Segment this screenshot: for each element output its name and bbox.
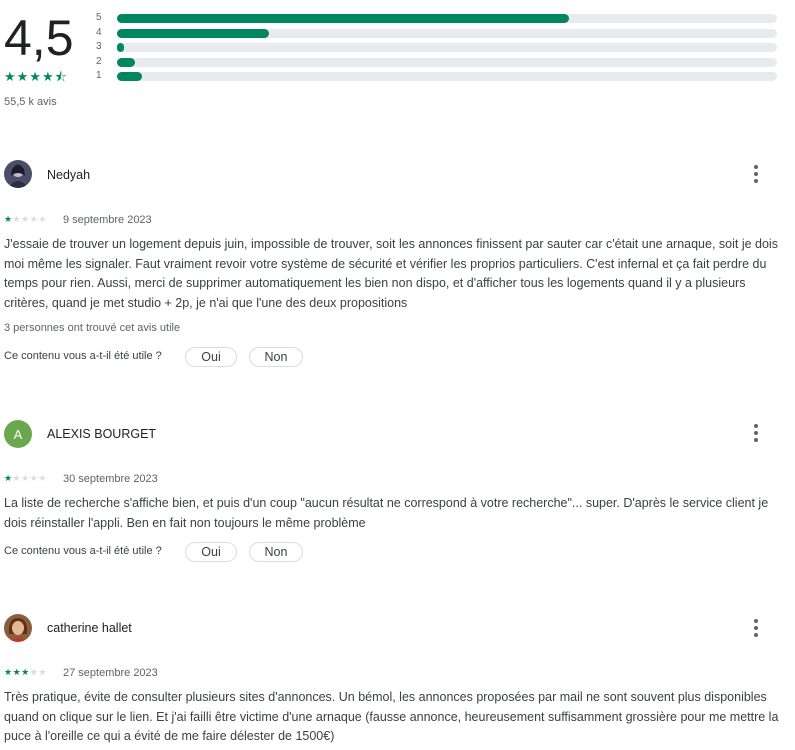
rating-bar-label: 3 <box>96 41 102 52</box>
review-stars: ★★★★★ <box>4 473 47 484</box>
star-filled-icon: ★ <box>12 667 22 677</box>
rating-bar-fill <box>117 14 570 23</box>
yes-button[interactable]: Oui <box>185 347 237 367</box>
rating-bar-2: 2 <box>96 56 786 68</box>
rating-bar-5: 5 <box>96 12 786 24</box>
review-count: 55,5 k avis <box>4 96 57 108</box>
average-rating-stars: ★★★★⯪ <box>4 69 68 84</box>
yes-button[interactable]: Oui <box>185 542 237 562</box>
rating-bar-label: 1 <box>96 70 102 81</box>
rating-bar-3: 3 <box>96 41 786 53</box>
rating-bar-fill <box>117 43 124 52</box>
star-empty-icon: ★ <box>38 667 47 677</box>
star-filled-icon: ★ <box>4 214 13 224</box>
review-text: La liste de recherche s'affiche bien, et… <box>4 496 769 530</box>
rating-bar-4: 4 <box>96 27 786 39</box>
more-options-icon[interactable] <box>746 618 766 638</box>
star-empty-icon: ★ <box>38 473 47 483</box>
avatar <box>4 614 32 642</box>
star-empty-icon: ★ <box>21 214 30 224</box>
star-filled-icon: ★ <box>4 667 13 677</box>
star-empty-icon: ★ <box>21 473 30 483</box>
no-button[interactable]: Non <box>249 347 303 367</box>
rating-summary: 4,5 ★★★★⯪ 55,5 k avis 5 4 3 2 1 <box>0 0 795 120</box>
rating-bar-1: 1 <box>96 70 786 82</box>
star-filled-icon: ★ <box>4 473 13 483</box>
author-name: Nedyah <box>47 168 91 182</box>
review-text: Très pratique, évite de consulter plusie… <box>4 690 779 743</box>
review-stars: ★★★★★ <box>4 214 47 225</box>
avatar-letter: A <box>13 426 23 442</box>
rating-bar-label: 2 <box>96 56 102 67</box>
helpful-question: Ce contenu vous a-t-il été utile ? <box>4 545 162 557</box>
helpful-count: 3 personnes ont trouvé cet avis utile <box>4 322 181 334</box>
review-date: 30 septembre 2023 <box>63 473 158 485</box>
avatar: A <box>4 420 32 448</box>
author-name: ALEXIS BOURGET <box>47 427 157 441</box>
helpful-question: Ce contenu vous a-t-il été utile ? <box>4 350 162 362</box>
rating-bar-track <box>117 58 777 67</box>
rating-bar-label: 5 <box>96 12 102 23</box>
rating-bar-fill <box>117 72 143 81</box>
no-button[interactable]: Non <box>249 542 303 562</box>
star-filled-icon: ★ <box>21 667 30 677</box>
rating-bar-track <box>117 72 777 81</box>
rating-bar-track <box>117 43 777 52</box>
review-date: 9 septembre 2023 <box>63 214 152 226</box>
more-options-icon[interactable] <box>746 164 766 184</box>
star-empty-icon: ★ <box>38 214 47 224</box>
average-rating: 4,5 <box>4 10 74 66</box>
author-name: catherine hallet <box>47 621 132 635</box>
avatar <box>4 160 32 188</box>
rating-bar-label: 4 <box>96 27 102 38</box>
star-empty-icon: ★ <box>12 214 22 224</box>
rating-bar-track <box>117 29 777 38</box>
review-stars: ★★★★★ <box>4 667 47 678</box>
rating-bar-track <box>117 14 777 23</box>
review-text: J'essaie de trouver un logement depuis j… <box>4 237 778 310</box>
star-empty-icon: ★ <box>12 473 22 483</box>
review-date: 27 septembre 2023 <box>63 667 158 679</box>
more-options-icon[interactable] <box>746 423 766 443</box>
rating-bar-fill <box>117 29 269 38</box>
rating-bar-fill <box>117 58 136 67</box>
